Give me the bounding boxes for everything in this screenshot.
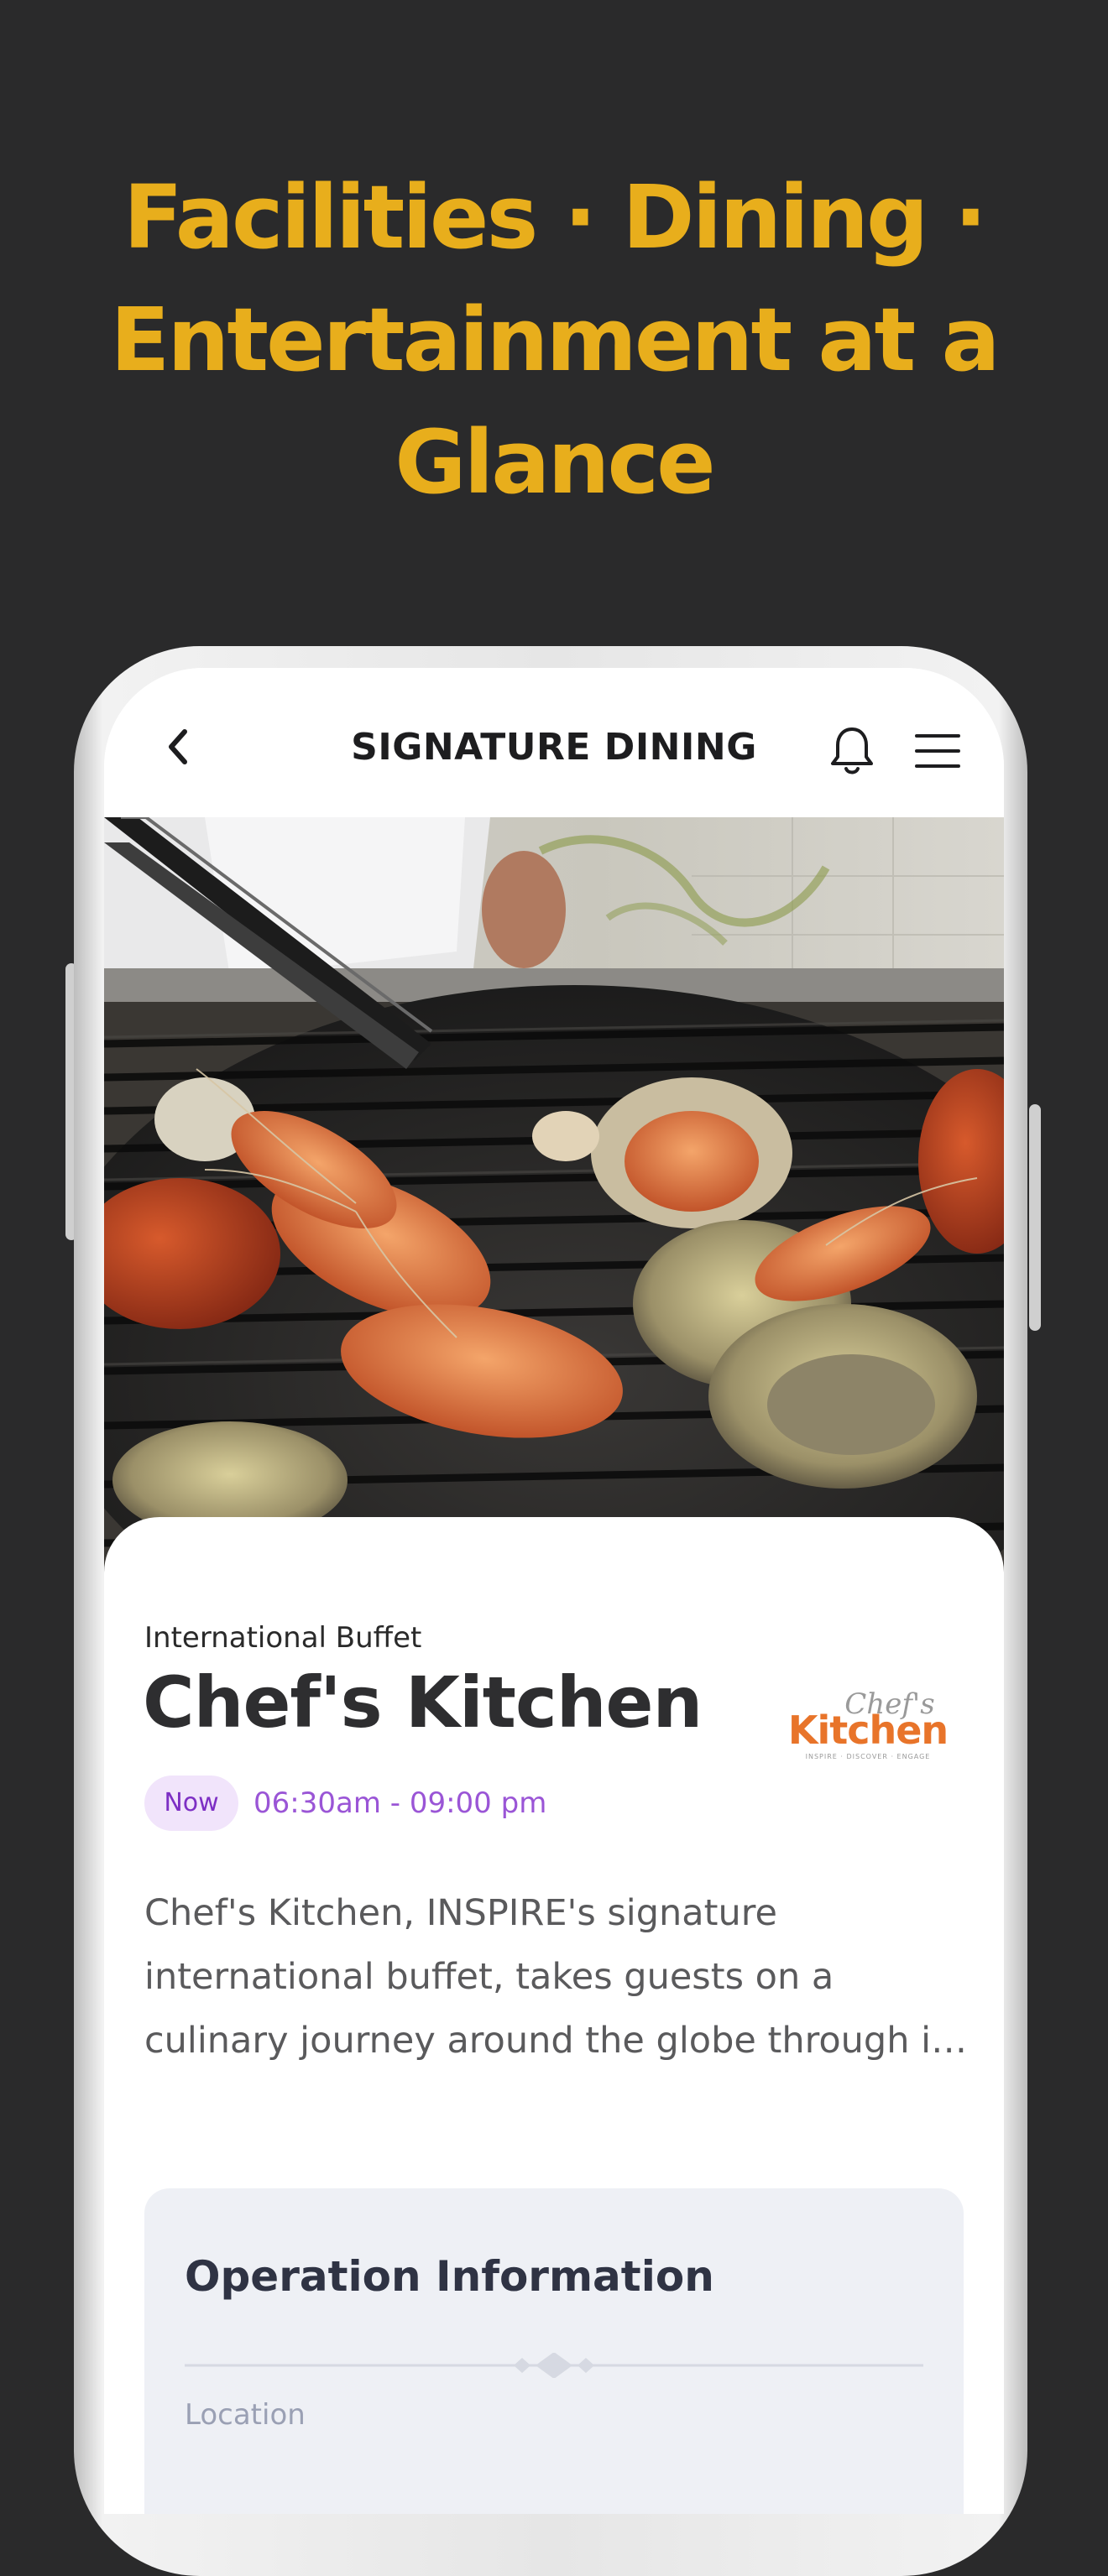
logo-tagline: INSPIRE · DISCOVER · ENGAGE — [806, 1753, 931, 1760]
headline-line-3: Glance — [395, 411, 715, 514]
top-bar: SIGNATURE DINING — [104, 668, 1004, 817]
headline-line-2: Entertainment at a — [110, 289, 1000, 391]
headline-line-1: Facilities · Dining · — [123, 166, 987, 269]
headline: Facilities · Dining · Entertainment at a… — [0, 156, 1108, 524]
status-badge: Now — [144, 1776, 238, 1831]
location-label: Location — [185, 2398, 306, 2432]
venue-category: International Buffet — [144, 1621, 422, 1655]
hamburger-menu-icon — [915, 734, 960, 768]
menu-button[interactable] — [910, 723, 965, 779]
chefs-kitchen-logo: Chef's Kitchen INSPIRE · DISCOVER · ENGA… — [788, 1687, 949, 1760]
notifications-button[interactable] — [824, 723, 880, 779]
operation-info-section: Operation Information Location — [144, 2188, 964, 2514]
phone-screen: SIGNATURE DINING International Buffet Ch… — [104, 668, 1004, 2514]
operation-info-title: Operation Information — [185, 2252, 714, 2301]
grilled-seafood-photo — [104, 817, 1004, 1572]
logo-word: Kitchen — [788, 1708, 948, 1753]
venue-name: Chef's Kitchen — [143, 1661, 703, 1744]
ornament-divider — [185, 2353, 923, 2378]
venue-detail-card: International Buffet Chef's Kitchen Chef… — [104, 1517, 1004, 2514]
venue-description[interactable]: Chef's Kitchen, INSPIRE's signature inte… — [144, 1881, 975, 2073]
bell-icon — [831, 727, 873, 774]
phone-side-button-right — [1029, 1104, 1041, 1331]
hero-image — [104, 817, 1004, 1572]
opening-hours: 06:30am - 09:00 pm — [253, 1786, 547, 1820]
